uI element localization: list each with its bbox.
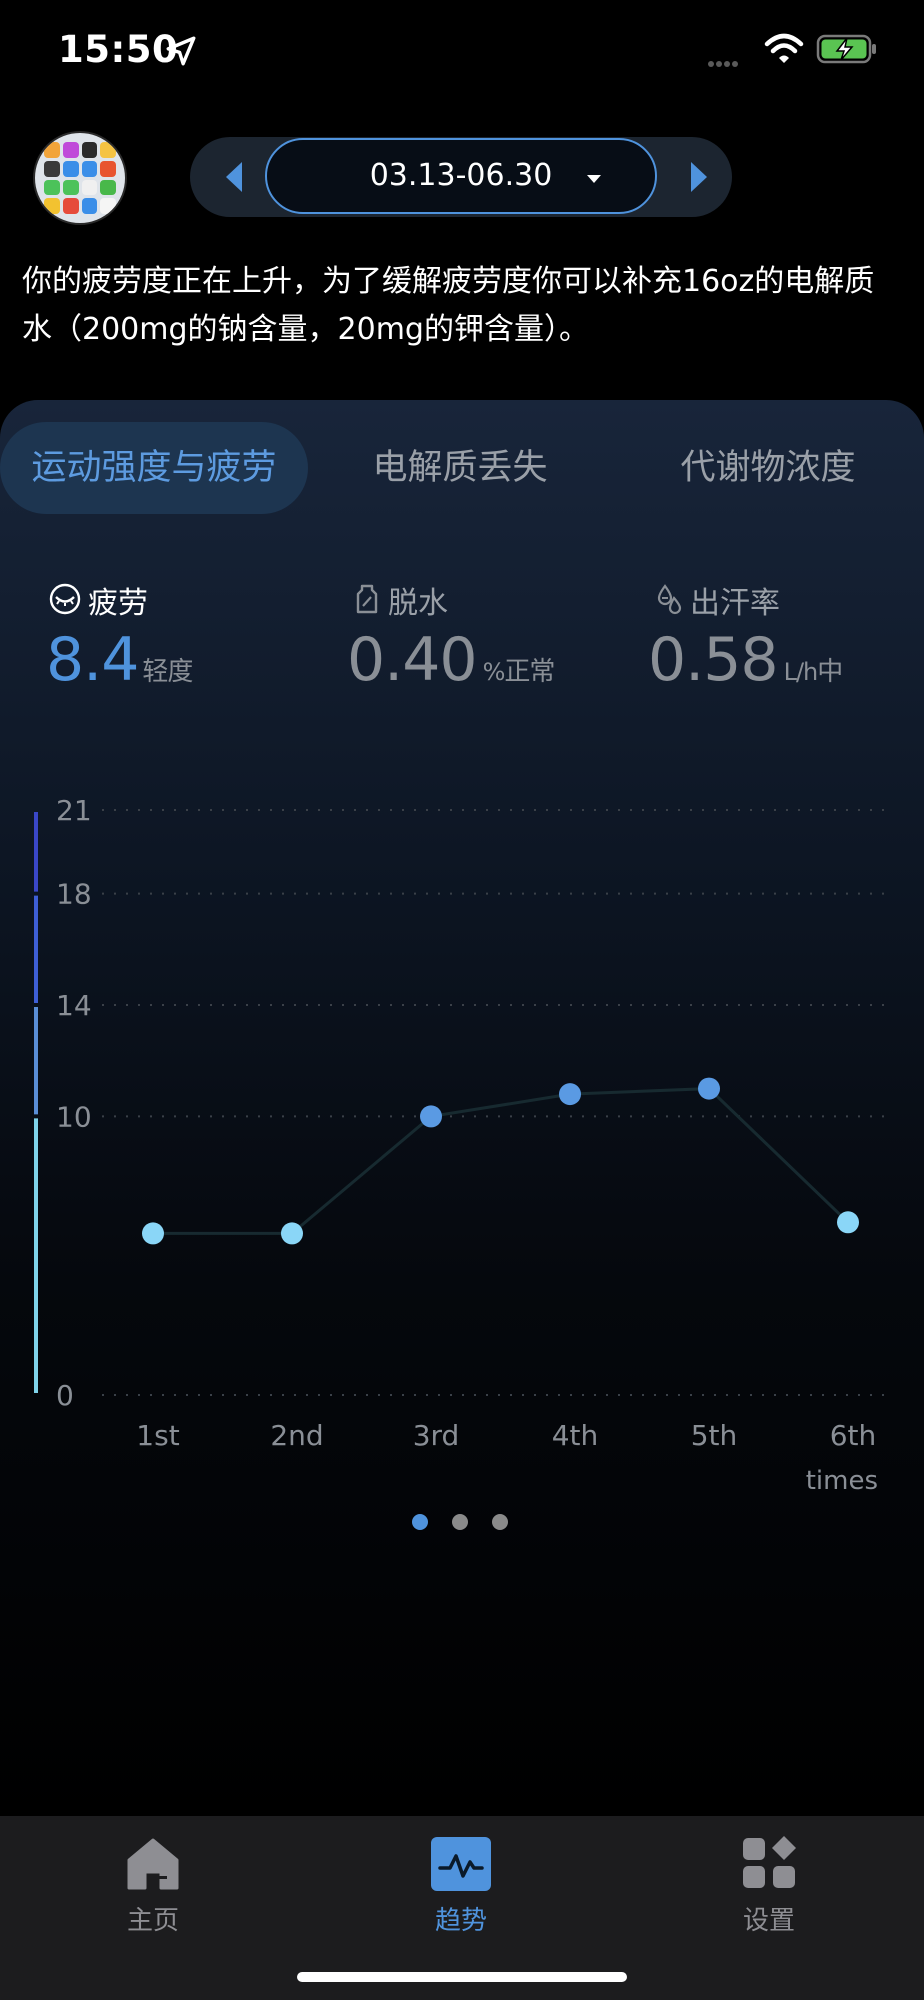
- fatigue-label: 疲劳: [88, 586, 148, 621]
- sweat-rate-unit: L/h: [783, 658, 819, 686]
- x-tick-label: 1st: [136, 1419, 179, 1452]
- data-point: [142, 1222, 164, 1245]
- drops-icon: [657, 584, 682, 615]
- home-indicator[interactable]: [297, 1972, 627, 1982]
- tab-electrolyte-loss[interactable]: 电解质丢失: [310, 422, 610, 514]
- page-indicator[interactable]: [412, 1514, 532, 1534]
- previous-range-button[interactable]: [220, 158, 250, 196]
- series-points: [142, 1077, 859, 1245]
- wifi-icon: [764, 33, 804, 63]
- battery-charging-icon: [816, 34, 876, 64]
- page-dot-1[interactable]: [412, 1514, 428, 1530]
- tab-metabolite-concentration[interactable]: 代谢物浓度: [618, 422, 918, 514]
- sweat-rate-status: 中: [817, 657, 843, 687]
- advice-text: 你的疲劳度正在上升，为了缓解疲劳度你可以补充16oz的电解质水（200mg的钠含…: [22, 264, 875, 347]
- avatar[interactable]: [33, 131, 127, 225]
- date-range-text: 03.13-06.30: [369, 158, 553, 193]
- dehydration-number: 0.40: [347, 625, 478, 695]
- dehydration-unit: %: [482, 658, 506, 686]
- data-point: [837, 1211, 859, 1234]
- x-tick-label: 3rd: [413, 1419, 460, 1452]
- fatigue-trend-chart: 0 10 14 18 21 1st 2nd 3rd 4th 5th 6th times: [34, 794, 894, 1496]
- chart-y-ticks: 0 10 14 18 21: [56, 794, 92, 1412]
- y-tick-label: 21: [56, 794, 92, 827]
- closed-eye-icon: [49, 583, 81, 615]
- y-tick-label: 14: [56, 989, 92, 1022]
- status-time: 15:50: [58, 28, 179, 71]
- location-arrow-icon: [166, 36, 196, 66]
- x-tick-label: 4th: [552, 1419, 599, 1452]
- y-tick-label: 10: [56, 1100, 92, 1133]
- data-point: [281, 1222, 303, 1245]
- data-point: [698, 1077, 720, 1100]
- fatigue-value: 8.4 轻度: [46, 625, 193, 695]
- home-icon: [127, 1838, 179, 1890]
- fatigue-status: 轻度: [142, 657, 193, 687]
- x-axis-label: times: [806, 1466, 878, 1496]
- x-tick-label: 6th: [830, 1419, 877, 1452]
- settings-grid-icon: [743, 1836, 796, 1888]
- dehydration-value: 0.40 %正常: [347, 625, 555, 695]
- fatigue-number: 8.4: [46, 625, 139, 695]
- data-point: [420, 1105, 442, 1128]
- series-line: [153, 1087, 850, 1235]
- trend-icon: [431, 1837, 491, 1891]
- tab-intensity-fatigue[interactable]: 运动强度与疲劳: [0, 422, 308, 514]
- sweat-rate-value: 0.58 L/h中: [648, 625, 843, 695]
- sweat-rate-label: 出汗率: [690, 586, 780, 621]
- chart-x-ticks: 1st 2nd 3rd 4th 5th 6th: [136, 1419, 876, 1452]
- page-dot-2[interactable]: [452, 1514, 468, 1530]
- cellular-signal-icon: [708, 52, 740, 71]
- dehydration-label: 脱水: [388, 586, 448, 621]
- chevron-down-icon: [587, 175, 601, 183]
- page-dot-3[interactable]: [492, 1514, 508, 1530]
- y-tick-label: 18: [56, 878, 92, 911]
- next-range-button[interactable]: [683, 158, 713, 196]
- bottle-icon: [356, 584, 378, 614]
- nav-trend[interactable]: 趋势: [386, 1836, 536, 1937]
- data-point: [559, 1083, 581, 1106]
- nav-settings-label: 设置: [742, 1906, 795, 1936]
- y-tick-label: 0: [56, 1379, 74, 1412]
- sweat-rate-number: 0.58: [648, 625, 779, 695]
- dehydration-status: 正常: [504, 657, 555, 687]
- chart-grid: [102, 809, 894, 1396]
- nav-trend-label: 趋势: [434, 1906, 487, 1936]
- nav-settings[interactable]: 设置: [694, 1836, 844, 1937]
- x-tick-label: 2nd: [270, 1419, 323, 1452]
- x-tick-label: 5th: [691, 1419, 738, 1452]
- nav-home[interactable]: 主页: [78, 1836, 228, 1937]
- nav-home-label: 主页: [126, 1906, 179, 1936]
